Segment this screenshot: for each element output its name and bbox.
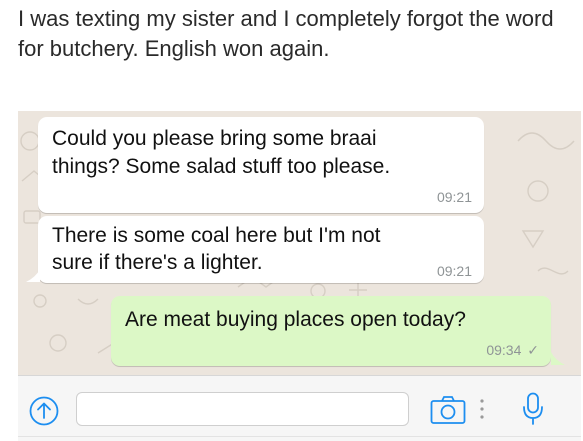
message-text-line: There is some coal here but I'm not bbox=[52, 224, 381, 247]
camera-icon[interactable] bbox=[430, 395, 466, 425]
message-text-line: Are meat buying places open today? bbox=[125, 308, 466, 331]
bubble-tail bbox=[551, 352, 565, 365]
message-input[interactable] bbox=[76, 392, 409, 426]
sent-check-icon: ✓ bbox=[527, 342, 539, 358]
message-timestamp: 09:34 ✓ bbox=[486, 342, 539, 359]
bubble-tail bbox=[26, 269, 40, 282]
message-timestamp: 09:21 bbox=[436, 189, 472, 205]
microphone-icon[interactable] bbox=[522, 392, 544, 426]
more-dots-icon[interactable] bbox=[479, 397, 485, 421]
message-text-line: things? Some salad stuff too please. bbox=[52, 155, 391, 178]
chat-screenshot: Could you please bring some braai things… bbox=[18, 111, 581, 441]
message-timestamp: 09:21 bbox=[436, 263, 472, 279]
incoming-message: Could you please bring some braai things… bbox=[38, 117, 484, 213]
incoming-message: There is some coal here but I'm not sure… bbox=[38, 216, 484, 283]
message-composer bbox=[18, 375, 581, 441]
divider bbox=[18, 436, 581, 437]
message-text-line: Could you please bring some braai bbox=[52, 127, 377, 150]
outgoing-message: Are meat buying places open today? 09:34… bbox=[111, 296, 551, 366]
message-time: 09:34 bbox=[486, 342, 522, 358]
post-caption: I was texting my sister and I completely… bbox=[18, 6, 554, 61]
message-text-line: sure if there's a lighter. bbox=[52, 251, 263, 274]
upload-arrow-icon[interactable] bbox=[29, 396, 59, 426]
